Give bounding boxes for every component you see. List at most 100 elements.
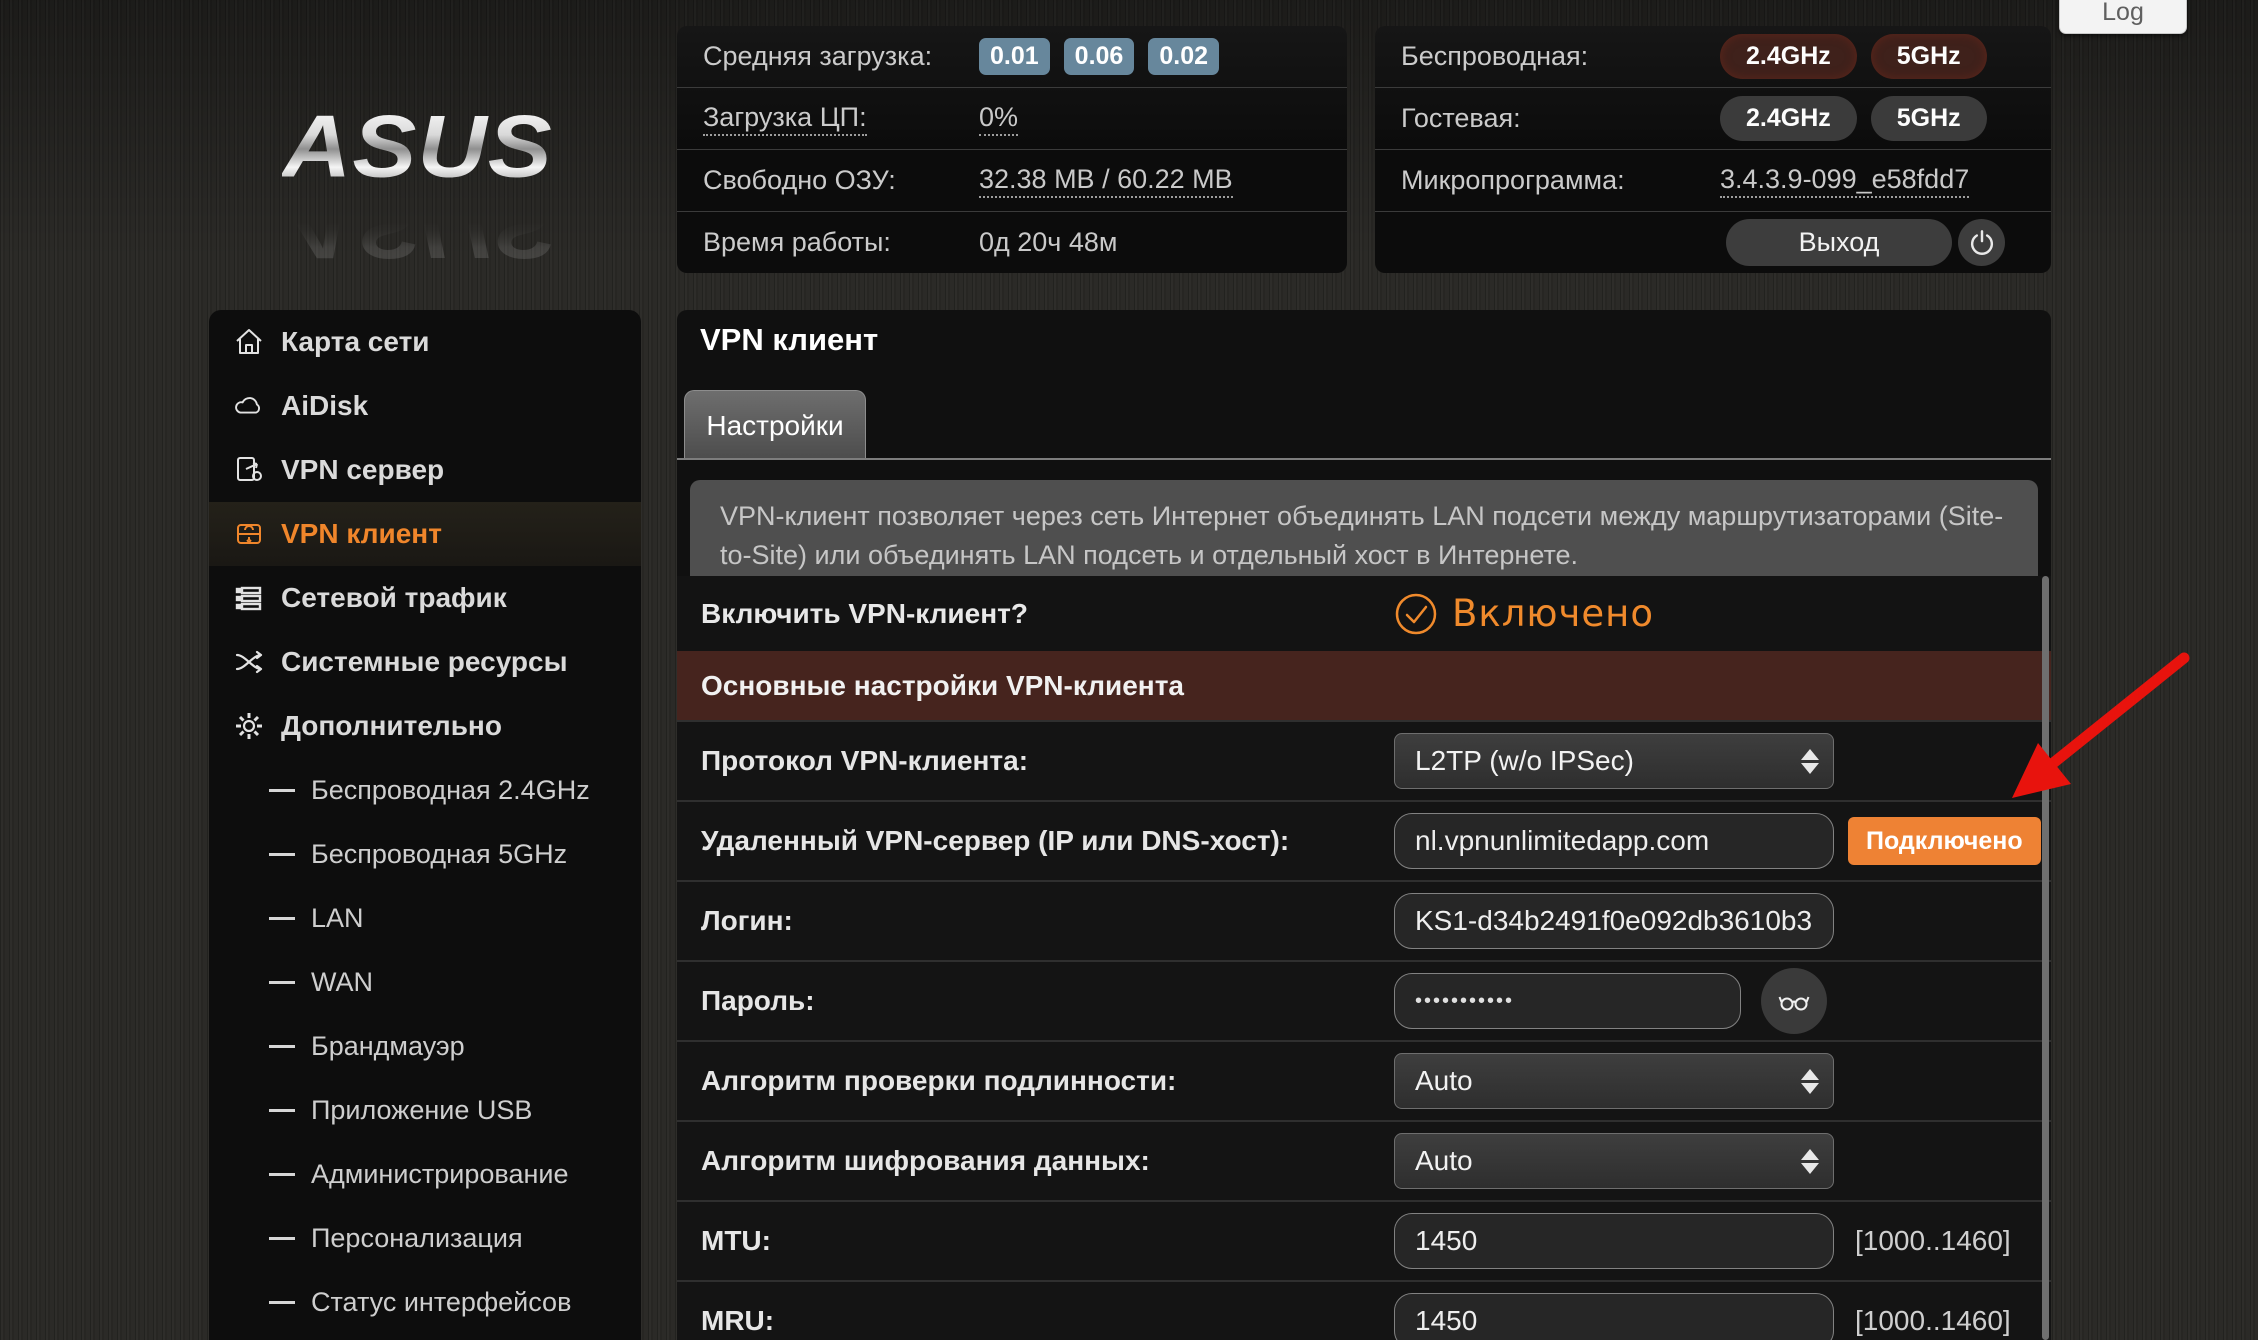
vpn-server-input[interactable]: [1394, 813, 1834, 869]
password-row: Пароль:: [677, 960, 2051, 1040]
sidebar-item-label: Сетевой трафик: [281, 582, 507, 614]
sidebar-item-aidisk[interactable]: AiDisk: [209, 374, 641, 438]
encryption-algorithm-select-value: Auto: [1415, 1145, 1473, 1177]
sidebar-subitem-interface-status[interactable]: Статус интерфейсов: [209, 1270, 641, 1334]
guest-24ghz-badge[interactable]: 2.4GHz: [1720, 96, 1857, 141]
uptime-row: Время работы: 0д 20ч 48м: [677, 212, 1347, 273]
select-arrows-icon: [1801, 1069, 1819, 1094]
dash-icon: [269, 1045, 295, 1048]
wireless-5ghz-badge[interactable]: 5GHz: [1871, 34, 1987, 79]
sidebar-subitem-usb-app[interactable]: Приложение USB: [209, 1078, 641, 1142]
protocol-select-value: L2TP (w/o IPSec): [1415, 745, 1634, 777]
basic-settings-section-title: Основные настройки VPN-клиента: [701, 670, 1184, 702]
sidebar-subitem-lan[interactable]: LAN: [209, 886, 641, 950]
encryption-algorithm-select[interactable]: Auto: [1394, 1133, 1834, 1189]
sidebar-subitem-label: Администрирование: [311, 1159, 568, 1190]
sidebar-subitem-administration[interactable]: Администрирование: [209, 1142, 641, 1206]
free-ram-row: Свободно ОЗУ: 32.38 MB / 60.22 MB: [677, 150, 1347, 212]
logout-row: Выход: [1375, 212, 2051, 273]
reboot-button[interactable]: [1958, 219, 2005, 266]
glasses-icon: [1776, 983, 1812, 1019]
enable-vpn-status[interactable]: Включено: [1394, 592, 1654, 636]
uptime-value: 0д 20ч 48м: [979, 227, 1117, 258]
cpu-load-value[interactable]: 0%: [979, 102, 1018, 136]
sidebar-subitem-label: WAN: [311, 967, 373, 998]
enable-vpn-row: Включить VPN-клиент? Включено: [677, 576, 2051, 651]
guest-label: Гостевая:: [1401, 103, 1521, 134]
sidebar-item-network-map[interactable]: Карта сети: [209, 310, 641, 374]
power-icon: [1967, 228, 1997, 258]
vpn-server-label: Удаленный VPN-сервер (IP или DNS-хост):: [701, 825, 1289, 857]
show-password-button[interactable]: [1761, 968, 1827, 1034]
sidebar-subitem-wireless-5[interactable]: Беспроводная 5GHz: [209, 822, 641, 886]
login-input[interactable]: [1394, 893, 1834, 949]
sidebar-subitem-firewall[interactable]: Брандмауэр: [209, 1014, 641, 1078]
log-button[interactable]: Log: [2059, 0, 2187, 34]
protocol-label: Протокол VPN-клиента:: [701, 745, 1028, 777]
mru-row: MRU: [1000..1460]: [677, 1280, 2051, 1340]
sidebar-subitem-personalization[interactable]: Персонализация: [209, 1206, 641, 1270]
dash-icon: [269, 1109, 295, 1112]
gear-icon: [233, 710, 265, 742]
firmware-row: Микропрограмма: 3.4.3.9-099_e58fdd7: [1375, 150, 2051, 212]
mru-range-hint: [1000..1460]: [1855, 1305, 2011, 1337]
dash-icon: [269, 1301, 295, 1304]
form-scrollbar[interactable]: [2042, 576, 2049, 1340]
auth-algorithm-select[interactable]: Auto: [1394, 1053, 1834, 1109]
cloud-icon: [233, 390, 265, 422]
sidebar-subitem-wireless-24[interactable]: Беспроводная 2.4GHz: [209, 758, 641, 822]
vpn-server-row: Удаленный VPN-сервер (IP или DNS-хост): …: [677, 800, 2051, 880]
guest-5ghz-badge[interactable]: 5GHz: [1871, 96, 1987, 141]
tab-divider: [677, 458, 2051, 460]
vpn-settings-form: Протокол VPN-клиента: L2TP (w/o IPSec) У…: [677, 720, 2051, 1340]
sidebar-subitem-wan[interactable]: WAN: [209, 950, 641, 1014]
connection-status-badge: Подключено: [1848, 817, 2041, 865]
dash-icon: [269, 789, 295, 792]
uptime-label: Время работы:: [703, 227, 891, 258]
protocol-select[interactable]: L2TP (w/o IPSec): [1394, 733, 1834, 789]
guest-row: Гостевая: 2.4GHz 5GHz: [1375, 88, 2051, 150]
vpn-client-settings-panel: VPN клиент Настройки VPN-клиент позволяе…: [677, 310, 2051, 1340]
password-label: Пароль:: [701, 985, 815, 1017]
vpn-server-icon: [233, 454, 265, 486]
page-title: VPN клиент: [700, 322, 878, 358]
firmware-version-link[interactable]: 3.4.3.9-099_e58fdd7: [1720, 164, 1969, 198]
dash-icon: [269, 853, 295, 856]
free-ram-value[interactable]: 32.38 MB / 60.22 MB: [979, 164, 1233, 198]
sidebar-item-vpn-server[interactable]: VPN сервер: [209, 438, 641, 502]
sidebar-subitem-label: Беспроводная 5GHz: [311, 839, 567, 870]
wireless-row: Беспроводная: 2.4GHz 5GHz: [1375, 26, 2051, 88]
system-status-panel: Средняя загрузка: 0.01 0.06 0.02 Загрузк…: [677, 26, 1347, 273]
sidebar-item-network-traffic[interactable]: Сетевой трафик: [209, 566, 641, 630]
dash-icon: [269, 1237, 295, 1240]
load-5min-badge: 0.06: [1064, 38, 1135, 75]
basic-settings-section-header: Основные настройки VPN-клиента: [677, 651, 2051, 720]
mru-input[interactable]: [1394, 1293, 1834, 1340]
sidebar-item-system-resources[interactable]: Системные ресурсы: [209, 630, 641, 694]
asus-logo-reflection: ASUS: [282, 176, 612, 277]
enable-vpn-label: Включить VPN-клиент?: [701, 598, 1028, 630]
select-arrows-icon: [1801, 1149, 1819, 1174]
tab-settings[interactable]: Настройки: [684, 390, 866, 460]
check-circle-icon: [1394, 592, 1438, 636]
auth-algorithm-row: Алгоритм проверки подлинности: Auto: [677, 1040, 2051, 1120]
home-icon: [233, 326, 265, 358]
logout-button[interactable]: Выход: [1726, 219, 1952, 266]
radio-status-panel: Беспроводная: 2.4GHz 5GHz Гостевая: 2.4G…: [1375, 26, 2051, 273]
sidebar-item-label: Дополнительно: [281, 710, 502, 742]
wireless-24ghz-badge[interactable]: 2.4GHz: [1720, 34, 1857, 79]
tab-settings-label: Настройки: [706, 410, 843, 442]
sidebar-subitem-label: Брандмауэр: [311, 1031, 465, 1062]
cpu-load-label[interactable]: Загрузка ЦП:: [703, 102, 867, 136]
sidebar-item-advanced[interactable]: Дополнительно: [209, 694, 641, 758]
sidebar-item-vpn-client[interactable]: VPN клиент: [209, 502, 641, 566]
mtu-row: MTU: [1000..1460]: [677, 1200, 2051, 1280]
dash-icon: [269, 917, 295, 920]
router-admin-page: ASUS ASUS Log Средняя загрузка: 0.01 0.0…: [0, 0, 2258, 1340]
login-label: Логин:: [701, 905, 793, 937]
password-input[interactable]: [1394, 973, 1741, 1029]
mtu-input[interactable]: [1394, 1213, 1834, 1269]
sidebar-item-label: AiDisk: [281, 390, 368, 422]
wireless-label: Беспроводная:: [1401, 41, 1588, 72]
sidebar-subitem-label: Приложение USB: [311, 1095, 532, 1126]
